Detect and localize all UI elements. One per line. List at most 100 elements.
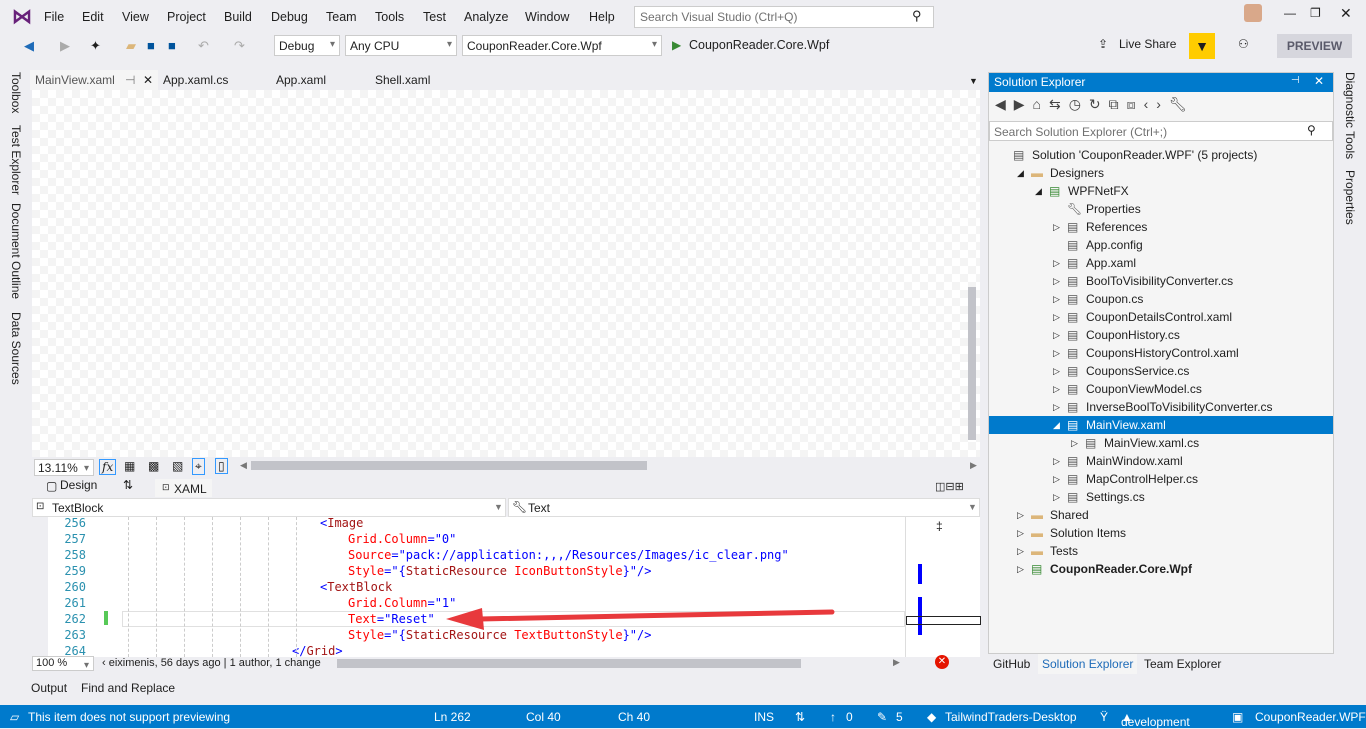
- tree-item[interactable]: ▷ ▤ CouponHistory.cs: [989, 326, 1333, 344]
- restore-icon[interactable]: ❐: [1310, 6, 1321, 20]
- tree-item[interactable]: ▷ ▤ Settings.cs: [989, 488, 1333, 506]
- tab-app-xaml-cs[interactable]: App.xaml.cs: [163, 73, 228, 87]
- expand-icon[interactable]: ▷: [1071, 434, 1078, 452]
- find-and-replace-tab[interactable]: Find and Replace: [81, 681, 175, 695]
- tree-item[interactable]: ▷ ▤ BoolToVisibilityConverter.cs: [989, 272, 1333, 290]
- start-button[interactable]: CouponReader.Core.Wpf: [689, 38, 829, 52]
- scroll-left-icon[interactable]: ◀: [240, 460, 247, 471]
- expand-icon[interactable]: ▷: [1017, 560, 1024, 578]
- solution-search-input[interactable]: Search Solution Explorer (Ctrl+;): [989, 121, 1333, 141]
- tree-item[interactable]: ▷ ▤ CouponsHistoryControl.xaml: [989, 344, 1333, 362]
- menu-test[interactable]: Test: [423, 10, 446, 24]
- tree-item[interactable]: ◢ ▬ Designers: [989, 164, 1333, 182]
- live-share-button[interactable]: Live Share: [1119, 37, 1176, 51]
- expand-icon[interactable]: ▷: [1053, 308, 1060, 326]
- split-handle-icon[interactable]: ‡: [936, 519, 943, 533]
- solution-explorer-tab[interactable]: Solution Explorer: [1038, 654, 1138, 674]
- swap-panes-icon[interactable]: ⇅: [123, 478, 133, 492]
- solution-explorer-toolbar[interactable]: ◀▶⌂⇆◷↻⧉⧈‹›🔧︎: [995, 96, 1195, 113]
- pin-icon[interactable]: ⊣: [125, 73, 135, 87]
- designer-vertical-scrollbar[interactable]: [968, 287, 976, 440]
- menu-build[interactable]: Build: [224, 10, 252, 24]
- toolbox-tab[interactable]: Toolbox: [9, 72, 23, 113]
- menu-debug[interactable]: Debug: [271, 10, 308, 24]
- editor-zoom-dropdown[interactable]: 100 %: [32, 656, 94, 671]
- tree-item[interactable]: ▷ ▤ CouponsService.cs: [989, 362, 1333, 380]
- avatar[interactable]: [1244, 4, 1262, 22]
- expand-icon[interactable]: ▷: [1053, 290, 1060, 308]
- pull-request-icon[interactable]: ⇅: [795, 710, 805, 724]
- save-all-icon[interactable]: ■: [168, 38, 176, 53]
- tree-item[interactable]: ▷ ▤ MainView.xaml.cs: [989, 434, 1333, 452]
- code-minimap[interactable]: ‡: [905, 517, 981, 657]
- tree-item[interactable]: ▷ ▤ InverseBoolToVisibilityConverter.cs: [989, 398, 1333, 416]
- save-icon[interactable]: ■: [147, 38, 155, 53]
- expand-icon[interactable]: ◢: [1053, 416, 1060, 434]
- minimize-icon[interactable]: —: [1284, 6, 1296, 20]
- tree-item[interactable]: ▤ App.config: [989, 236, 1333, 254]
- platform-dropdown[interactable]: Any CPU: [345, 35, 457, 56]
- preview-badge[interactable]: PREVIEW: [1277, 34, 1352, 58]
- menu-file[interactable]: File: [44, 10, 64, 24]
- expand-icon[interactable]: ▷: [1053, 344, 1060, 362]
- expand-icon[interactable]: ▷: [1017, 506, 1024, 524]
- menu-project[interactable]: Project: [167, 10, 206, 24]
- diagnostic-tools-tab[interactable]: Diagnostic Tools: [1343, 72, 1357, 159]
- properties-tab[interactable]: Properties: [1343, 170, 1357, 225]
- menu-tools[interactable]: Tools: [375, 10, 404, 24]
- back-icon[interactable]: ◀: [24, 38, 34, 54]
- pending-changes[interactable]: 5: [896, 710, 903, 724]
- project-name[interactable]: CouponReader.WPF: [1255, 710, 1366, 724]
- tab-app-xaml[interactable]: App.xaml: [276, 73, 326, 87]
- tree-item[interactable]: 🔧︎ Properties: [989, 200, 1333, 218]
- codelens-blame[interactable]: ‹ eiximenis, 56 days ago | 1 author, 1 c…: [102, 657, 321, 669]
- expand-icon[interactable]: ▷: [1053, 326, 1060, 344]
- expand-icon[interactable]: ▷: [1053, 218, 1060, 236]
- tree-item[interactable]: ▷ ▬ Shared: [989, 506, 1333, 524]
- designer-horizontal-scrollbar[interactable]: [251, 461, 647, 470]
- github-tab[interactable]: GitHub: [993, 657, 1030, 671]
- pin-icon[interactable]: ⊣: [1291, 75, 1300, 86]
- snap-grid-icon[interactable]: ▩: [148, 459, 159, 473]
- grid-icon[interactable]: ▦: [124, 459, 135, 473]
- menu-edit[interactable]: Edit: [82, 10, 104, 24]
- forward-icon[interactable]: ▶: [60, 38, 70, 54]
- scroll-right-icon[interactable]: ▶: [893, 657, 900, 668]
- minimap-viewport[interactable]: [906, 616, 981, 625]
- tab-mainview-xaml-label[interactable]: MainView.xaml: [35, 73, 115, 87]
- design-surface[interactable]: [32, 90, 980, 457]
- design-tab[interactable]: Design: [60, 478, 97, 492]
- tree-item[interactable]: ◢ ▤ MainView.xaml: [989, 416, 1333, 434]
- output-tab[interactable]: Output: [31, 681, 67, 695]
- split-view-icons[interactable]: ◫⊟⊞: [935, 480, 964, 493]
- expand-icon[interactable]: ▷: [1017, 542, 1024, 560]
- menu-help[interactable]: Help: [589, 10, 615, 24]
- test-explorer-tab[interactable]: Test Explorer: [9, 125, 23, 195]
- xaml-tab-label[interactable]: XAML: [174, 482, 207, 496]
- close-tab-icon[interactable]: ✕: [143, 73, 153, 87]
- xaml-code-editor[interactable]: 256 <Image 257 Grid.Column="0" 258 Source="pa…: [32, 517, 905, 657]
- expand-icon[interactable]: ▷: [1053, 380, 1060, 398]
- expand-icon[interactable]: ▷: [1053, 470, 1060, 488]
- tree-item[interactable]: ▷ ▤ CouponDetailsControl.xaml: [989, 308, 1333, 326]
- start-icon[interactable]: ▶: [672, 38, 681, 52]
- expand-icon[interactable]: ▷: [1053, 272, 1060, 290]
- startup-project-dropdown[interactable]: CouponReader.Core.Wpf: [462, 35, 662, 56]
- tree-item[interactable]: ▷ ▬ Tests: [989, 542, 1333, 560]
- menu-view[interactable]: View: [122, 10, 149, 24]
- account-icon[interactable]: ⚇: [1238, 37, 1249, 51]
- tree-item[interactable]: ▷ ▤ App.xaml: [989, 254, 1333, 272]
- menu-team[interactable]: Team: [326, 10, 357, 24]
- repository-name[interactable]: TailwindTraders-Desktop: [945, 710, 1077, 724]
- tab-overflow-icon[interactable]: ▼: [969, 76, 978, 86]
- tree-item[interactable]: ▷ ▤ CouponViewModel.cs: [989, 380, 1333, 398]
- tree-item[interactable]: ▷ ▤ References: [989, 218, 1333, 236]
- expand-icon[interactable]: ▷: [1053, 398, 1060, 416]
- tree-item[interactable]: ▷ ▬ Solution Items: [989, 524, 1333, 542]
- tree-item[interactable]: ▤ Solution 'CouponReader.WPF' (5 projects…: [989, 146, 1333, 164]
- member-nav-dropdown[interactable]: [508, 498, 980, 517]
- snap-lines-icon[interactable]: ⌖: [192, 458, 205, 475]
- menu-window[interactable]: Window: [525, 10, 569, 24]
- document-outline-tab[interactable]: Document Outline: [9, 203, 23, 299]
- tab-shell-xaml[interactable]: Shell.xaml: [375, 73, 430, 87]
